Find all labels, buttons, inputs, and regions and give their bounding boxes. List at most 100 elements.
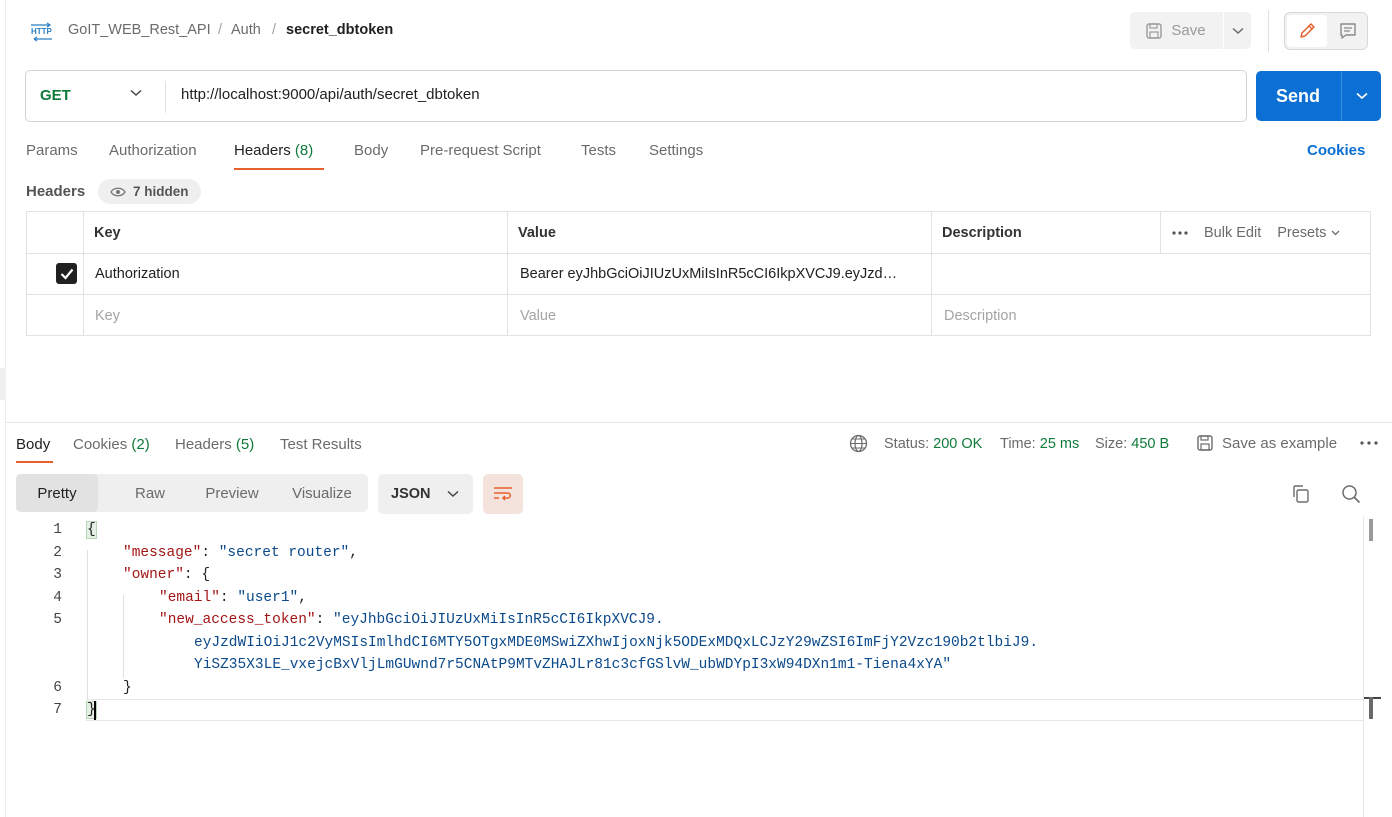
check-icon [60,268,73,280]
view-mode-group: Pretty Raw Preview Visualize [16,474,368,512]
more-horizontal-icon[interactable] [1360,441,1378,445]
code-line: } [123,680,132,696]
current-line-highlight [86,699,1364,721]
response-tab-body[interactable]: Body [16,436,50,453]
breadcrumb-collection[interactable]: GoIT_WEB_Rest_API [68,22,211,38]
tab-label: Headers [175,436,232,453]
tab-label: Params [26,142,78,159]
tab-settings[interactable]: Settings [649,142,703,159]
line-number: 6 [53,680,62,696]
line-number: 1 [53,522,62,538]
response-tab-test-results[interactable]: Test Results [280,436,362,453]
more-horizontal-icon[interactable] [1172,230,1188,235]
hidden-headers-toggle[interactable]: 7 hidden [98,179,201,204]
save-as-example-button[interactable]: Save as example [1196,434,1337,452]
response-tab-headers[interactable]: Headers (5) [175,436,254,453]
save-button[interactable]: Save [1130,12,1221,49]
tab-params[interactable]: Params [26,142,78,159]
response-time[interactable]: Time: 25 ms [1000,436,1079,452]
cookies-link[interactable]: Cookies [1307,142,1365,159]
tab-label: Tests [581,142,617,159]
table-header-checkbox-cell [27,212,84,254]
tab-pre-request-script[interactable]: Pre-request Script [420,142,541,159]
view-raw-button[interactable]: Raw [116,474,184,512]
method-selector[interactable]: GET [40,87,71,104]
response-size[interactable]: Size: 450 B [1095,436,1169,452]
tab-label: Body [354,142,389,159]
url-input[interactable] [181,86,1231,103]
copy-icon[interactable] [1291,484,1311,504]
view-visualize-button[interactable]: Visualize [280,474,364,512]
tab-label: Cookies [73,436,128,453]
table-actions: Bulk Edit Presets [1162,212,1371,253]
format-label: JSON [391,486,431,502]
save-as-example-label: Save as example [1222,434,1338,452]
globe-icon[interactable] [849,434,868,453]
tab-label: Headers [234,142,291,159]
new-description-input[interactable]: Description [932,295,1371,336]
tab-count: (8) [294,142,314,159]
new-value-input[interactable]: Value [508,295,932,336]
view-pretty-button[interactable]: Pretty [16,474,98,512]
save-options-button[interactable] [1223,12,1251,49]
tab-label: Pre-request Script [420,142,541,159]
column-header-key: Key [84,212,508,254]
json-brace: } [123,680,132,696]
json-string: "user1" [237,590,299,606]
editor-scrollbar[interactable] [1363,517,1372,817]
chevron-down-icon[interactable] [130,89,142,97]
scrollbar-thumb[interactable] [1369,519,1373,541]
headers-table: Key Value Description Bulk Edit Presets … [26,211,1371,336]
format-dropdown[interactable]: JSON [378,474,473,514]
mode-toggle [1284,12,1368,50]
tab-count: (2) [131,436,150,453]
text-cursor [94,701,96,720]
edit-mode-button[interactable] [1287,15,1327,47]
tab-authorization[interactable]: Authorization [109,142,197,159]
code-line: "owner": { [123,567,211,583]
tab-count: (5) [235,436,255,453]
header-enabled-checkbox[interactable] [56,263,77,284]
eye-icon [110,187,126,196]
send-options-button[interactable] [1341,71,1381,121]
save-icon [1146,22,1163,39]
code-line-wrapped: YiSZ35X3LE_vxejcBxVljLmGUwnd7r5CNAtP9MTv… [194,657,951,673]
tab-label: Body [16,436,51,453]
indent-guide [123,595,124,678]
json-key: "owner" [123,567,184,583]
pencil-icon [1300,23,1315,38]
search-icon[interactable] [1341,484,1361,504]
response-status[interactable]: Status: 200 OK [884,436,982,452]
new-key-input[interactable]: Key [84,295,508,336]
panel-resize-handle[interactable] [0,368,6,400]
tab-label: Test Results [280,436,362,453]
pane-divider[interactable] [6,422,1392,423]
json-string: "secret router" [218,545,350,561]
code-line: "new_access_token": "eyJhbGciOiJIUzUxMiI… [159,612,664,628]
response-body-editor[interactable]: 1 2 3 4 5 6 7 { "message": "secret route… [0,517,1392,817]
presets-label: Presets [1277,224,1327,241]
chevron-down-icon [1331,230,1340,235]
tab-body[interactable]: Body [354,142,388,159]
breadcrumb-separator: / [218,22,223,38]
breadcrumb-folder[interactable]: Auth [231,22,261,38]
response-tab-cookies[interactable]: Cookies (2) [73,436,150,453]
header-key-cell[interactable]: Authorization [84,254,508,295]
send-button[interactable]: Send [1256,71,1340,121]
header-description-cell[interactable] [932,254,1371,295]
time-label: Time: [1000,436,1036,452]
save-label: Save [1171,22,1206,39]
comments-button[interactable] [1329,15,1367,47]
code-line: { [86,521,97,539]
status-value: 200 OK [933,436,983,452]
breadcrumb-current[interactable]: secret_dbtoken [286,22,393,38]
tab-headers[interactable]: Headers (8) [234,142,313,159]
comment-icon [1340,23,1356,39]
wrap-lines-button[interactable] [483,474,523,514]
view-preview-button[interactable]: Preview [186,474,278,512]
header-value-cell[interactable]: Bearer eyJhbGciOiJIUzUxMiIsInR5cCI6IkpXV… [508,254,932,295]
presets-dropdown[interactable]: Presets [1277,225,1340,241]
send-group: Send [1256,71,1381,121]
tab-tests[interactable]: Tests [581,142,616,159]
bulk-edit-button[interactable]: Bulk Edit [1204,225,1261,241]
